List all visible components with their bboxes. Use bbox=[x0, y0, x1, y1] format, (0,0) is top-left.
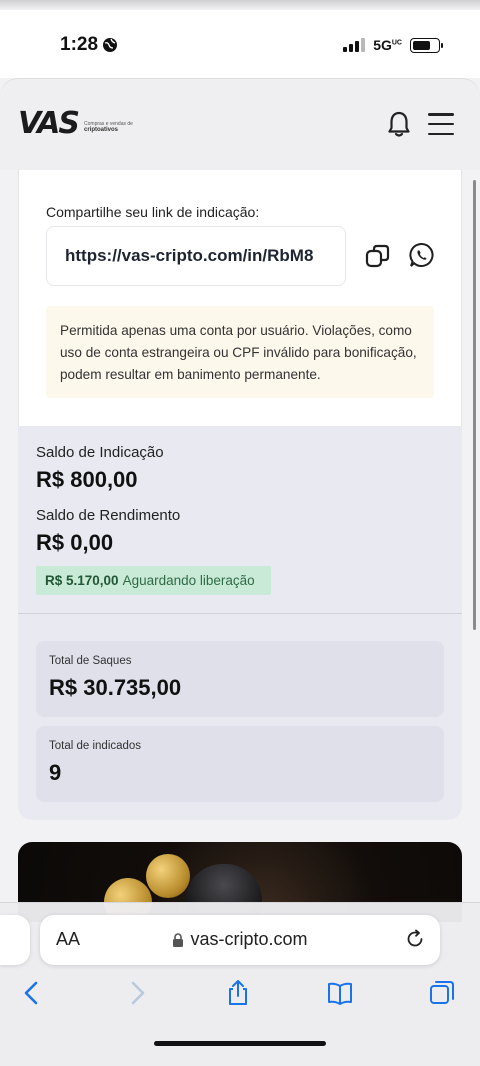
reload-icon[interactable] bbox=[404, 928, 426, 950]
total-referred-value: 9 bbox=[49, 760, 62, 785]
forward-chevron-icon[interactable] bbox=[123, 979, 151, 1007]
clock: 1:28 bbox=[60, 34, 118, 56]
signal-strength-icon bbox=[343, 38, 366, 52]
bell-icon[interactable] bbox=[384, 109, 414, 139]
whatsapp-icon[interactable] bbox=[408, 241, 436, 269]
address-bar[interactable]: AA vas-cripto.com bbox=[40, 915, 440, 965]
battery-icon bbox=[410, 37, 443, 53]
previous-tab-peek[interactable] bbox=[0, 915, 30, 965]
total-referred-box: Total de indicados 9 bbox=[36, 726, 444, 802]
referral-balance-label: Saldo de Indicação bbox=[36, 444, 164, 461]
home-indicator bbox=[154, 1041, 326, 1046]
referral-link-field[interactable]: https://vas-cripto.com/in/RbM8 bbox=[46, 226, 346, 286]
back-chevron-icon[interactable] bbox=[18, 979, 46, 1007]
balance-card: Saldo de Indicação R$ 800,00 Saldo de Re… bbox=[18, 426, 462, 614]
coin-graphic bbox=[146, 854, 190, 898]
site-header: VAS Compras e vendas de criptoativos bbox=[0, 78, 480, 170]
referral-card: Compartilhe seu link de indicação: https… bbox=[18, 170, 462, 426]
total-withdrawals-box: Total de Saques R$ 30.735,00 bbox=[36, 641, 444, 717]
yield-balance-value: R$ 0,00 bbox=[36, 530, 114, 555]
network-type: 5GUC bbox=[373, 37, 402, 53]
pending-amount: R$ 5.170,00 bbox=[45, 573, 119, 588]
pending-release-badge: R$ 5.170,00 Aguardando liberação bbox=[36, 566, 271, 595]
bookmarks-book-icon[interactable] bbox=[326, 979, 354, 1007]
share-icon[interactable] bbox=[224, 979, 252, 1007]
hamburger-menu-icon[interactable] bbox=[428, 113, 454, 135]
status-bar: 1:28 5GUC bbox=[0, 10, 480, 78]
logo-mark: VAS bbox=[18, 106, 80, 141]
logo-tagline: Compras e vendas de criptoativos bbox=[84, 121, 133, 133]
total-withdrawals-label: Total de Saques bbox=[49, 655, 132, 667]
share-link-label: Compartilhe seu link de indicação: bbox=[46, 204, 260, 220]
totals-card: Total de Saques R$ 30.735,00 Total de in… bbox=[18, 614, 462, 820]
browser-bottom-bar: AA vas-cripto.com bbox=[0, 902, 480, 1066]
page-scrollbar[interactable] bbox=[473, 180, 476, 630]
referral-balance-value: R$ 800,00 bbox=[36, 467, 138, 492]
tabs-icon[interactable] bbox=[428, 979, 456, 1007]
total-referred-label: Total de indicados bbox=[49, 740, 142, 752]
clock-time: 1:28 bbox=[60, 34, 99, 55]
url-display[interactable]: vas-cripto.com bbox=[40, 929, 440, 950]
yield-balance-label: Saldo de Rendimento bbox=[36, 507, 181, 524]
referral-warning: Permitida apenas uma conta por usuário. … bbox=[46, 306, 434, 398]
lock-icon bbox=[173, 932, 184, 947]
total-withdrawals-value: R$ 30.735,00 bbox=[49, 675, 182, 700]
location-globe-icon bbox=[103, 38, 118, 52]
referral-link-text: https://vas-cripto.com/in/RbM8 bbox=[65, 246, 314, 265]
top-edge bbox=[0, 0, 480, 10]
url-text: vas-cripto.com bbox=[190, 929, 308, 949]
vas-logo[interactable]: VAS Compras e vendas de criptoativos bbox=[18, 109, 133, 139]
status-indicators: 5GUC bbox=[343, 37, 443, 53]
pending-status-text: Aguardando liberação bbox=[122, 573, 255, 588]
copy-icon[interactable] bbox=[364, 242, 392, 270]
